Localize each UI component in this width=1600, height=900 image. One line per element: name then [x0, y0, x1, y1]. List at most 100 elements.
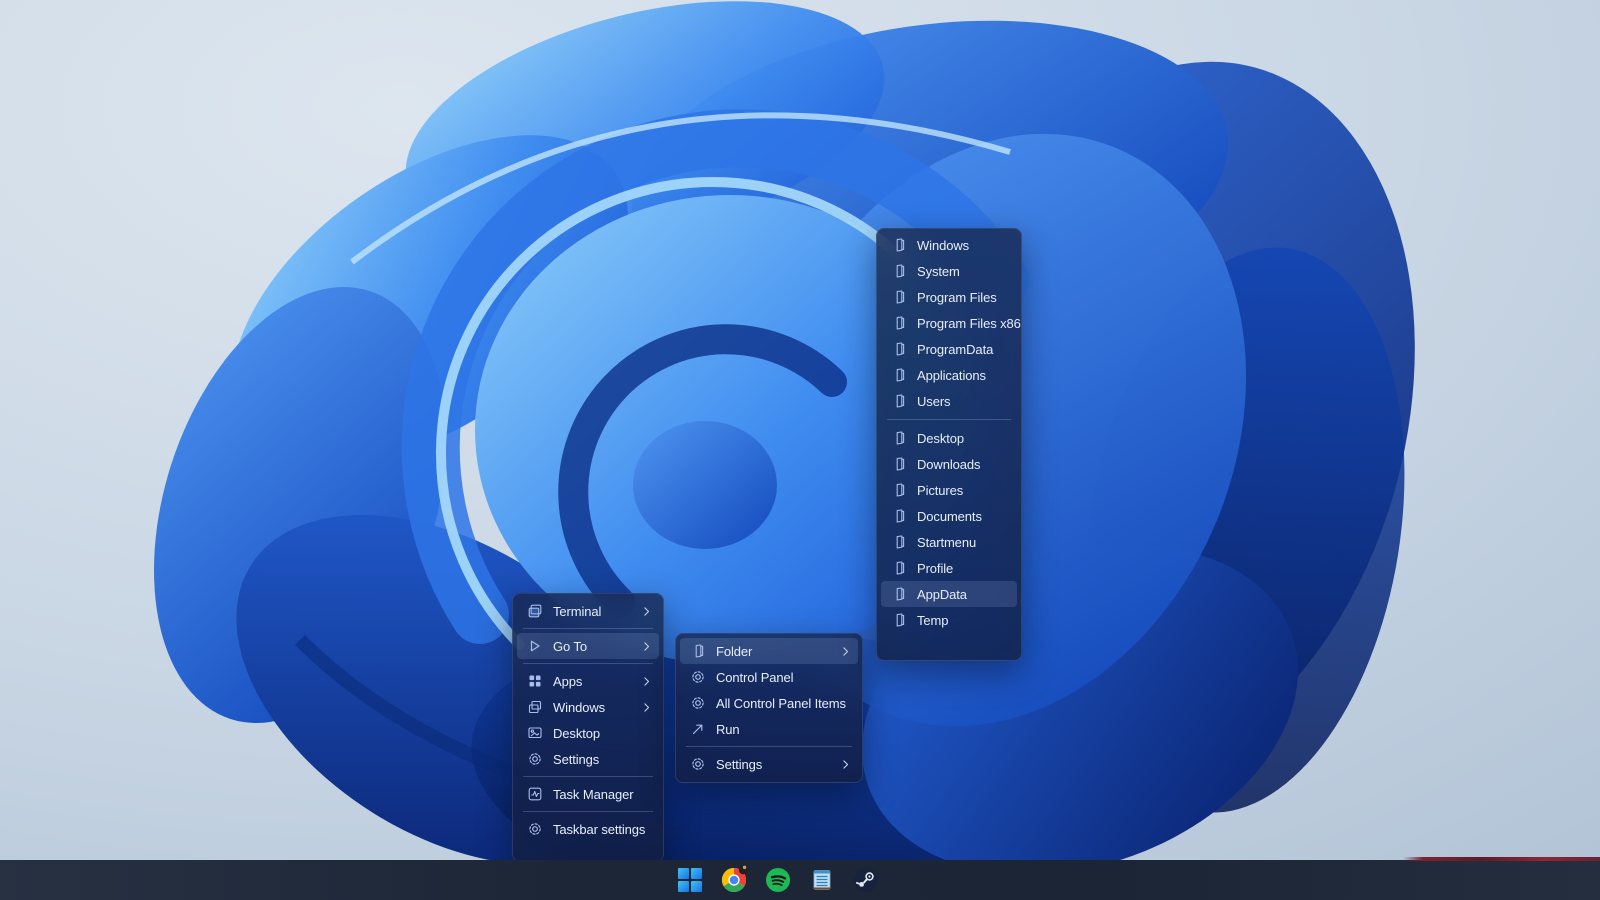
folder-icon: [890, 508, 907, 524]
menu-separator: [523, 663, 653, 664]
menu-separator: [686, 746, 852, 747]
menu-item-programdata[interactable]: ProgramData: [881, 336, 1017, 362]
menu-item-downloads[interactable]: Downloads: [881, 451, 1017, 477]
menu-item-label: Folder: [716, 644, 835, 659]
menu-item-terminal[interactable]: Terminal: [517, 598, 659, 624]
start-button[interactable]: [676, 867, 703, 894]
menu-item-startmenu[interactable]: Startmenu: [881, 529, 1017, 555]
menu-item-label: Apps: [553, 674, 636, 689]
menu-item-label: Taskbar settings: [553, 822, 653, 837]
menu-item-settings[interactable]: Settings: [680, 751, 858, 777]
menu-item-temp[interactable]: Temp: [881, 607, 1017, 633]
menu-item-program-files[interactable]: Program Files: [881, 284, 1017, 310]
menu-item-profile[interactable]: Profile: [881, 555, 1017, 581]
menu-item-label: Terminal: [553, 604, 636, 619]
menu-item-label: System: [917, 264, 1011, 279]
menu-separator: [887, 419, 1011, 420]
folder-icon: [890, 263, 907, 279]
menu-item-label: Task Manager: [553, 787, 653, 802]
menu-item-program-files-x86[interactable]: Program Files x86: [881, 310, 1017, 336]
folder-icon: [890, 586, 907, 602]
menu-item-desktop[interactable]: Desktop: [881, 425, 1017, 451]
menu-item-desktop[interactable]: Desktop: [517, 720, 659, 746]
menu-item-label: Temp: [917, 613, 1011, 628]
menu-item-windows[interactable]: Windows: [517, 694, 659, 720]
menu-item-label: Go To: [553, 639, 636, 654]
chevron-right-icon: [640, 605, 653, 618]
run-icon: [689, 721, 706, 737]
menu-item-go-to[interactable]: Go To: [517, 633, 659, 659]
menu-separator: [523, 811, 653, 812]
menu-item-pictures[interactable]: Pictures: [881, 477, 1017, 503]
folder-icon: [689, 643, 706, 659]
taskbar-context-menu: Terminal Go To Apps Windows Desktop: [512, 593, 664, 862]
menu-item-all-control-panel-items[interactable]: All Control Panel Items: [680, 690, 858, 716]
folder-icon: [890, 367, 907, 383]
spotify-button[interactable]: [764, 867, 791, 894]
menu-item-label: Profile: [917, 561, 1011, 576]
menu-item-label: AppData: [917, 587, 1011, 602]
menu-item-settings[interactable]: Settings: [517, 746, 659, 772]
folder-icon: [890, 341, 907, 357]
folder-icon: [890, 237, 907, 253]
menu-item-label: Users: [917, 394, 1011, 409]
cursor-overlay-icon: [736, 862, 751, 877]
menu-separator: [523, 776, 653, 777]
folder-icon: [890, 612, 907, 628]
terminal-icon: [526, 603, 543, 619]
menu-item-label: Program Files: [917, 290, 1011, 305]
task-manager-icon: [526, 786, 543, 802]
menu-item-label: Windows: [917, 238, 1011, 253]
menu-item-label: ProgramData: [917, 342, 1011, 357]
menu-item-folder[interactable]: Folder: [680, 638, 858, 664]
menu-item-task-manager[interactable]: Task Manager: [517, 781, 659, 807]
menu-item-system[interactable]: System: [881, 258, 1017, 284]
folder-icon: [890, 456, 907, 472]
menu-item-applications[interactable]: Applications: [881, 362, 1017, 388]
folder-icon: [890, 393, 907, 409]
taskbar[interactable]: [0, 860, 1600, 900]
folder-icon: [890, 289, 907, 305]
menu-item-taskbar-settings[interactable]: Taskbar settings: [517, 816, 659, 842]
menu-item-label: Run: [716, 722, 852, 737]
chevron-right-icon: [839, 758, 852, 771]
menu-item-windows[interactable]: Windows: [881, 232, 1017, 258]
menu-item-label: Startmenu: [917, 535, 1011, 550]
desktop-icon: [526, 725, 543, 741]
menu-item-label: Documents: [917, 509, 1011, 524]
red-progress-line: [1403, 857, 1600, 861]
windows-icon: [526, 699, 543, 715]
gear-icon: [526, 821, 543, 837]
menu-item-control-panel[interactable]: Control Panel: [680, 664, 858, 690]
notepad-button[interactable]: [808, 867, 835, 894]
gear-icon: [526, 751, 543, 767]
menu-item-appdata[interactable]: AppData: [881, 581, 1017, 607]
go-to-icon: [526, 638, 543, 654]
folder-submenu: Windows System Program Files Program Fil…: [876, 228, 1022, 661]
chrome-button[interactable]: [720, 867, 747, 894]
steam-button[interactable]: [852, 867, 879, 894]
gear-icon: [689, 756, 706, 772]
menu-item-apps[interactable]: Apps: [517, 668, 659, 694]
folder-icon: [890, 315, 907, 331]
menu-item-label: Program Files x86: [917, 316, 1021, 331]
menu-item-label: Settings: [716, 757, 835, 772]
chevron-right-icon: [839, 645, 852, 658]
gear-icon: [689, 669, 706, 685]
go-to-submenu: Folder Control Panel All Control Panel I…: [675, 633, 863, 783]
menu-item-run[interactable]: Run: [680, 716, 858, 742]
chevron-right-icon: [640, 675, 653, 688]
menu-item-label: Control Panel: [716, 670, 852, 685]
menu-item-users[interactable]: Users: [881, 388, 1017, 414]
menu-item-label: Desktop: [917, 431, 1011, 446]
menu-item-label: Pictures: [917, 483, 1011, 498]
menu-item-label: Windows: [553, 700, 636, 715]
folder-icon: [890, 482, 907, 498]
menu-item-label: Settings: [553, 752, 653, 767]
menu-item-documents[interactable]: Documents: [881, 503, 1017, 529]
menu-separator: [523, 628, 653, 629]
folder-icon: [890, 430, 907, 446]
apps-icon: [526, 673, 543, 689]
menu-item-label: Downloads: [917, 457, 1011, 472]
chevron-right-icon: [640, 701, 653, 714]
